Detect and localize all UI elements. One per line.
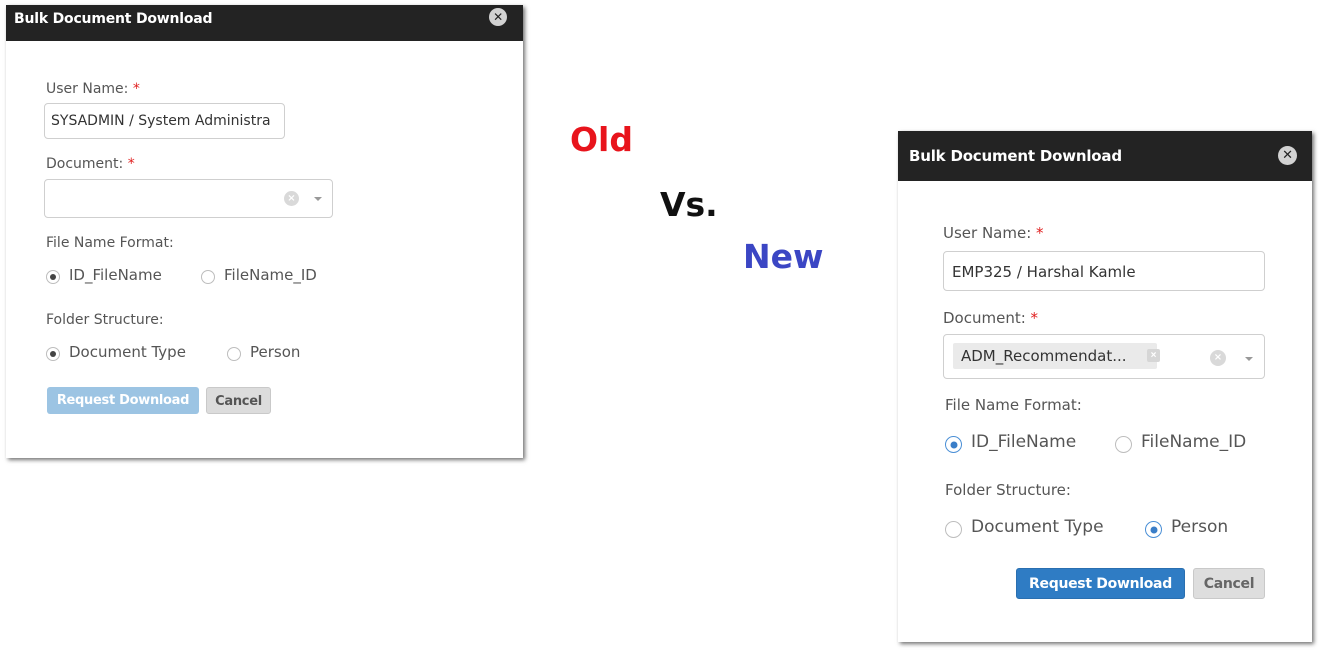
folder-structure-label: Folder Structure: xyxy=(46,312,164,328)
document-label-text: Document: xyxy=(46,156,124,172)
radio-label: Document Type xyxy=(971,517,1104,537)
dialog-header: Bulk Document Download ✕ xyxy=(6,5,523,41)
radio-unchecked-icon[interactable] xyxy=(945,521,962,538)
new-bulk-download-dialog: Bulk Document Download ✕ User Name: * EM… xyxy=(898,131,1312,642)
versus-label: Vs. xyxy=(660,185,718,224)
dialog-title: Bulk Document Download xyxy=(909,147,1122,165)
user-name-input[interactable]: EMP325 / Harshal Kamle xyxy=(943,251,1265,291)
document-label-text: Document: xyxy=(943,309,1026,327)
radio-unchecked-icon[interactable] xyxy=(201,270,215,284)
selected-document-tag[interactable]: ADM_Recommendat... xyxy=(953,343,1157,369)
document-select[interactable]: ADM_Recommendat... × × xyxy=(943,334,1265,379)
dialog-header: Bulk Document Download ✕ xyxy=(898,131,1312,181)
user-name-input[interactable]: SYSADMIN / System Administra xyxy=(44,103,285,139)
user-name-label: User Name: * xyxy=(943,224,1044,242)
user-name-label-text: User Name: xyxy=(46,81,129,97)
radio-checked-icon[interactable] xyxy=(46,270,60,284)
file-name-format-label: File Name Format: xyxy=(945,396,1082,414)
old-version-label: Old xyxy=(570,120,633,159)
selected-document-text: ADM_Recommendat... xyxy=(961,347,1127,365)
cancel-button[interactable]: Cancel xyxy=(206,387,271,414)
folder-structure-label: Folder Structure: xyxy=(945,481,1071,499)
clear-selection-icon[interactable]: × xyxy=(1210,350,1226,366)
required-marker: * xyxy=(1030,309,1039,327)
radio-label: Person xyxy=(250,343,301,361)
close-icon[interactable]: ✕ xyxy=(1278,146,1297,165)
radio-label: Person xyxy=(1171,517,1229,537)
radio-label: FileName_ID xyxy=(1141,432,1247,452)
file-name-format-label: File Name Format: xyxy=(46,235,174,251)
radio-checked-icon[interactable] xyxy=(1145,521,1162,538)
comparison-canvas: Bulk Document Download ✕ User Name: * SY… xyxy=(0,0,1319,650)
radio-label: ID_FileName xyxy=(69,266,162,284)
radio-unchecked-icon[interactable] xyxy=(227,347,241,361)
dialog-title: Bulk Document Download xyxy=(14,11,213,27)
request-download-button[interactable]: Request Download xyxy=(47,387,199,414)
request-download-button[interactable]: Request Download xyxy=(1016,568,1185,599)
document-label: Document: * xyxy=(943,309,1038,327)
user-name-label: User Name: * xyxy=(46,81,140,97)
user-name-label-text: User Name: xyxy=(943,224,1032,242)
radio-label: ID_FileName xyxy=(971,432,1077,452)
radio-label: Document Type xyxy=(69,343,186,361)
radio-unchecked-icon[interactable] xyxy=(1115,436,1132,453)
radio-label: FileName_ID xyxy=(224,266,317,284)
chevron-down-icon[interactable] xyxy=(1245,357,1253,361)
cancel-button[interactable]: Cancel xyxy=(1193,568,1265,599)
radio-checked-icon[interactable] xyxy=(46,347,60,361)
close-icon[interactable]: ✕ xyxy=(489,8,507,26)
chevron-down-icon[interactable] xyxy=(314,197,322,201)
document-label: Document: * xyxy=(46,156,135,172)
radio-checked-icon[interactable] xyxy=(945,436,962,453)
required-marker: * xyxy=(1036,224,1044,242)
remove-tag-icon[interactable]: × xyxy=(1147,349,1160,362)
old-bulk-download-dialog: Bulk Document Download ✕ User Name: * SY… xyxy=(6,5,523,458)
required-marker: * xyxy=(132,81,140,97)
clear-selection-icon[interactable]: × xyxy=(284,191,299,206)
required-marker: * xyxy=(127,156,135,172)
document-select[interactable]: × xyxy=(44,179,333,218)
new-version-label: New xyxy=(743,237,824,276)
